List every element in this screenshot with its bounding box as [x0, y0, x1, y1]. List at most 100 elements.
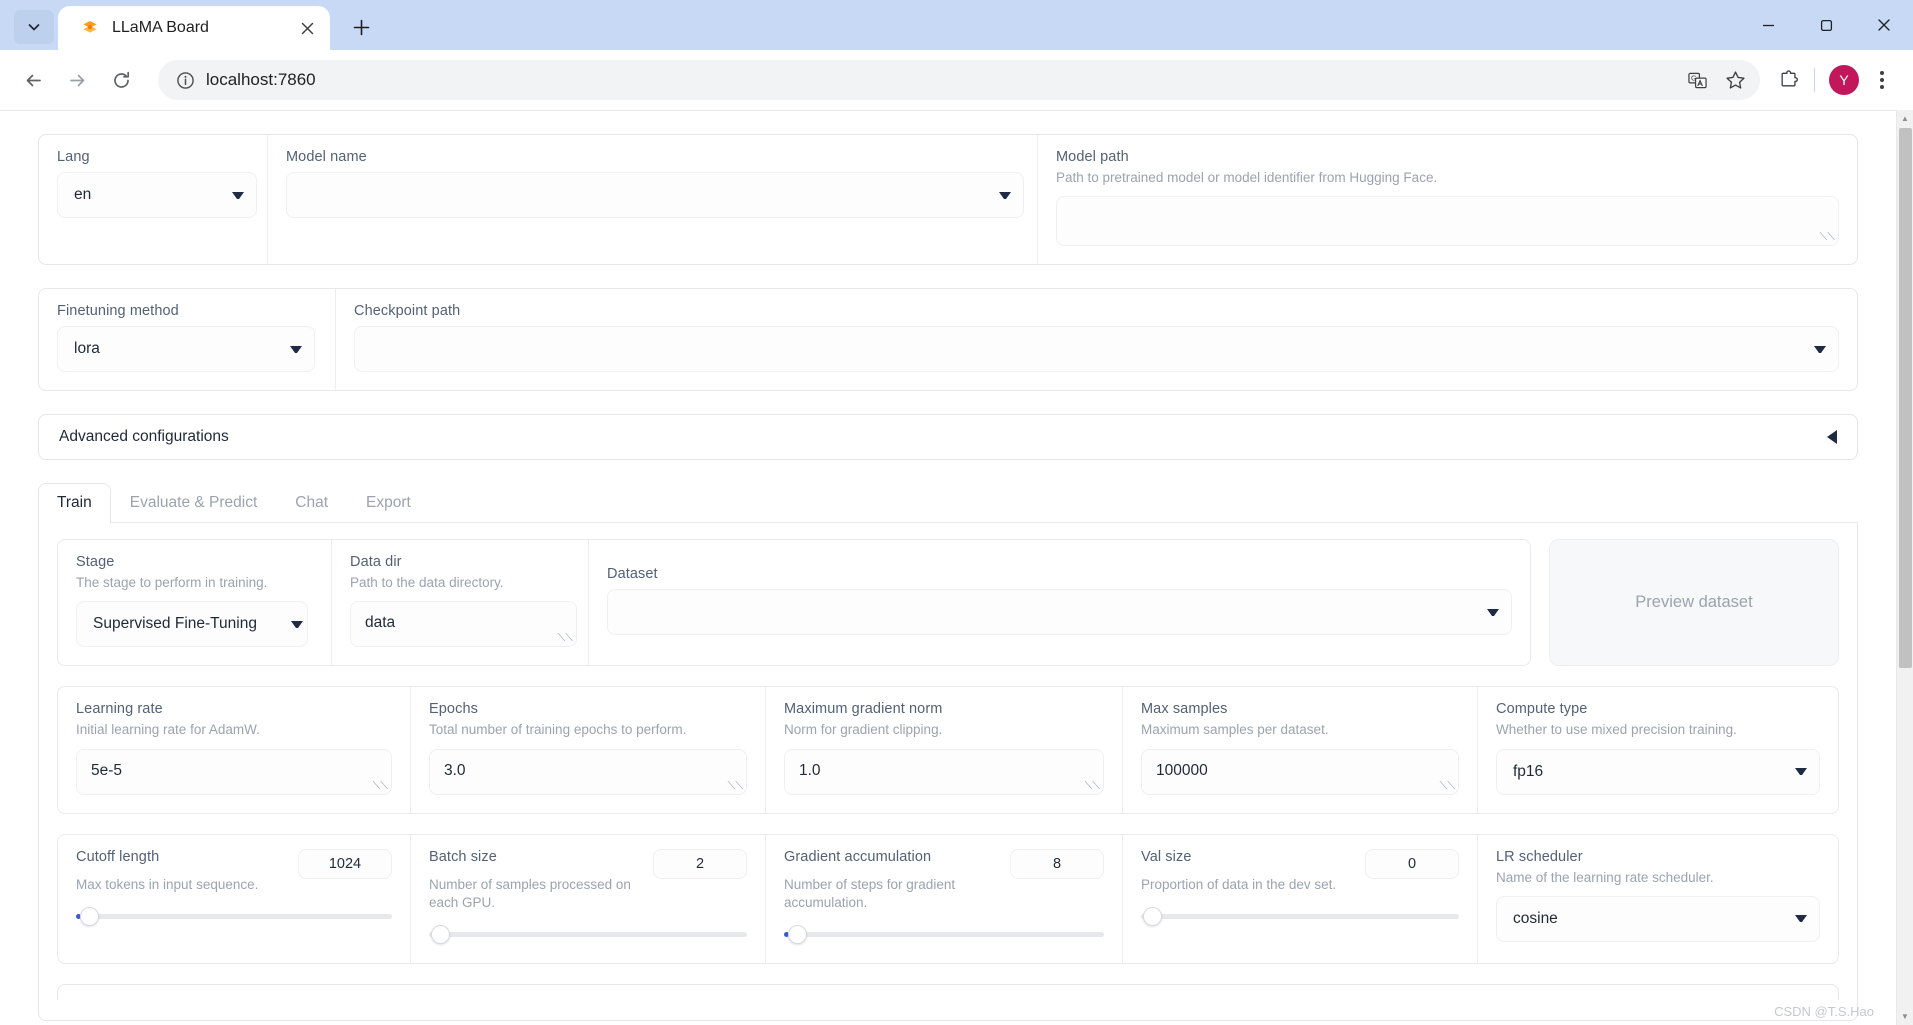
bookmark-star-icon[interactable] [1718, 63, 1752, 97]
batch-size-slider[interactable] [429, 925, 747, 945]
cutoff-length-label: Cutoff length [76, 848, 160, 865]
stage-dropdown[interactable]: Supervised Fine-Tuning [76, 601, 308, 648]
stage-value: Supervised Fine-Tuning [93, 615, 257, 633]
toolbar-divider [1814, 68, 1815, 92]
val-size-header: Val size 0 [1141, 848, 1459, 879]
slider-knob[interactable] [80, 906, 99, 926]
close-icon[interactable] [294, 15, 320, 41]
compute-type-dropdown[interactable]: fp16 [1496, 748, 1820, 795]
model-path-textarea[interactable]: ⟋⟋ [1056, 196, 1839, 247]
cutoff-length-numberbox[interactable]: 1024 [298, 848, 392, 879]
compute-type-label: Compute type [1496, 701, 1588, 718]
page-scrollbar[interactable]: ▲ ▼ [1896, 110, 1913, 1025]
max-grad-norm-label: Maximum gradient norm [784, 701, 943, 718]
maximize-icon[interactable] [1797, 0, 1855, 50]
preview-dataset-button[interactable]: Preview dataset [1549, 539, 1839, 667]
resize-grip-icon[interactable]: ⟋⟋ [1820, 231, 1835, 243]
advanced-configurations-accordion[interactable]: Advanced configurations [38, 414, 1858, 461]
stage-info: The stage to perform in training. [76, 575, 268, 591]
address-bar[interactable]: localhost:7860 G [158, 60, 1760, 100]
val-size-slider[interactable] [1141, 906, 1459, 927]
slider-knob[interactable] [431, 925, 450, 945]
translate-icon[interactable]: G [1680, 63, 1714, 97]
resize-grip-icon[interactable]: ⟋⟋ [558, 632, 573, 644]
checkpoint-path-dropdown[interactable] [354, 326, 1839, 373]
epochs-info: Total number of training epochs to perfo… [429, 722, 687, 738]
tab-chat[interactable]: Chat [276, 483, 347, 524]
learning-rate-textarea[interactable]: 5e-5 ⟋⟋ [76, 748, 392, 795]
slider-knob[interactable] [1143, 906, 1162, 926]
browser-tab-strip: LLaMA Board [0, 0, 1913, 50]
tab-search-chevron-icon[interactable] [14, 10, 54, 44]
dataset-dropdown[interactable] [607, 589, 1512, 636]
gradient-accumulation-slider[interactable] [784, 925, 1104, 945]
scroll-down-arrow-icon[interactable]: ▼ [1897, 1008, 1913, 1025]
gradient-accumulation-label: Gradient accumulation [784, 848, 932, 865]
val-size-label: Val size [1141, 848, 1192, 865]
back-arrow-icon[interactable] [14, 61, 52, 99]
finetuning-method-label: Finetuning method [57, 303, 179, 320]
batch-size-field: Batch size 2 Number of samples processed… [410, 834, 765, 964]
lr-scheduler-dropdown[interactable]: cosine [1496, 895, 1820, 942]
scroll-up-arrow-icon[interactable]: ▲ [1897, 110, 1913, 127]
minimize-icon[interactable] [1739, 0, 1797, 50]
learning-rate-label: Learning rate [76, 701, 163, 718]
scrollbar-thumb[interactable] [1899, 128, 1912, 668]
epochs-field: Epochs Total number of training epochs t… [410, 687, 765, 813]
batch-size-numberbox[interactable]: 2 [653, 848, 747, 879]
data-dir-textarea[interactable]: data ⟋⟋ [350, 601, 577, 648]
model-name-dropdown[interactable] [286, 172, 1024, 218]
resize-grip-icon[interactable]: ⟋⟋ [373, 780, 388, 792]
max-grad-norm-value: 1.0 [799, 761, 821, 779]
tab-train[interactable]: Train [38, 483, 111, 525]
cutoff-length-slider[interactable] [76, 906, 392, 927]
slider-knob[interactable] [788, 925, 807, 945]
avatar[interactable]: Y [1829, 65, 1859, 95]
slider-track [76, 913, 392, 919]
new-tab-plus-icon[interactable] [342, 8, 380, 46]
tab-evaluate-predict[interactable]: Evaluate & Predict [111, 483, 277, 524]
dataset-label: Dataset [607, 566, 658, 583]
lr-scheduler-label: LR scheduler [1496, 848, 1583, 865]
url-text: localhost:7860 [206, 70, 316, 89]
reload-icon[interactable] [102, 61, 140, 99]
forward-arrow-icon[interactable] [58, 61, 96, 99]
advanced-configurations-label: Advanced configurations [59, 428, 229, 446]
chevron-down-icon [1795, 768, 1807, 776]
resize-grip-icon[interactable]: ⟋⟋ [1085, 780, 1100, 792]
lang-label: Lang [57, 149, 90, 165]
max-grad-norm-textarea[interactable]: 1.0 ⟋⟋ [784, 748, 1104, 795]
compute-type-info: Whether to use mixed precision training. [1496, 722, 1737, 738]
resize-grip-icon[interactable]: ⟋⟋ [728, 780, 743, 792]
three-dot-menu-icon[interactable] [1865, 63, 1899, 97]
window-controls [1739, 0, 1913, 50]
lang-dropdown[interactable]: en [57, 172, 257, 218]
method-config-panel: Finetuning method lora Checkpoint path [38, 288, 1858, 392]
extensions-puzzle-icon[interactable] [1772, 63, 1806, 97]
stage-label: Stage [76, 554, 115, 571]
hyperparams-panel: Learning rate Initial learning rate for … [57, 686, 1839, 814]
finetuning-method-dropdown[interactable]: lora [57, 326, 315, 373]
lang-value: en [74, 186, 92, 203]
omnibox-actions: G [1680, 63, 1752, 97]
triangle-left-icon [1827, 430, 1837, 445]
val-size-numberbox[interactable]: 0 [1365, 848, 1459, 879]
slider-track [429, 932, 747, 938]
browser-tab-llama-board[interactable]: LLaMA Board [58, 6, 330, 50]
epochs-textarea[interactable]: 3.0 ⟋⟋ [429, 748, 747, 795]
gradient-accumulation-field: Gradient accumulation 8 Number of steps … [765, 834, 1122, 964]
page-top-divider [0, 110, 1896, 111]
gradient-accumulation-numberbox[interactable]: 8 [1010, 848, 1104, 879]
lang-field: Lang en [39, 135, 267, 264]
model-path-label: Model path [1056, 149, 1129, 165]
dataset-subpanel: Stage The stage to perform in training. … [57, 539, 1531, 667]
max-samples-textarea[interactable]: 100000 ⟋⟋ [1141, 748, 1459, 795]
site-info-circle-icon[interactable] [172, 67, 198, 93]
window-close-icon[interactable] [1855, 0, 1913, 50]
epochs-label: Epochs [429, 701, 478, 718]
resize-grip-icon[interactable]: ⟋⟋ [1440, 780, 1455, 792]
tab-export[interactable]: Export [347, 483, 430, 524]
stage-field: Stage The stage to perform in training. … [58, 540, 331, 665]
batch-size-info: Number of samples processed on each GPU. [429, 876, 631, 910]
train-tabs: Train Evaluate & Predict Chat Export [38, 482, 1858, 525]
